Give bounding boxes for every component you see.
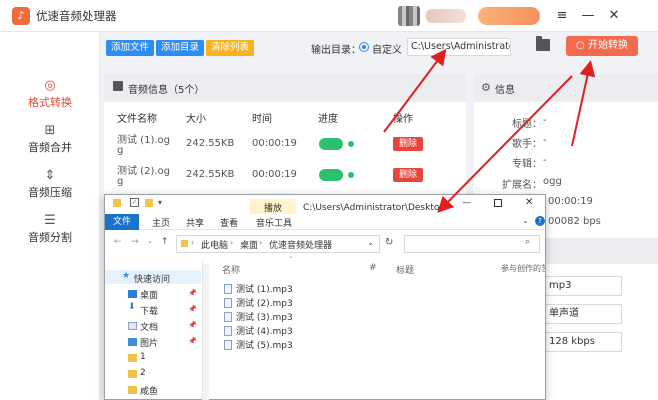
annotation-arrows [383,48,596,213]
arrow-to-path [383,48,447,133]
arrow-to-explorer [437,75,573,213]
arrow-to-start [571,60,596,147]
